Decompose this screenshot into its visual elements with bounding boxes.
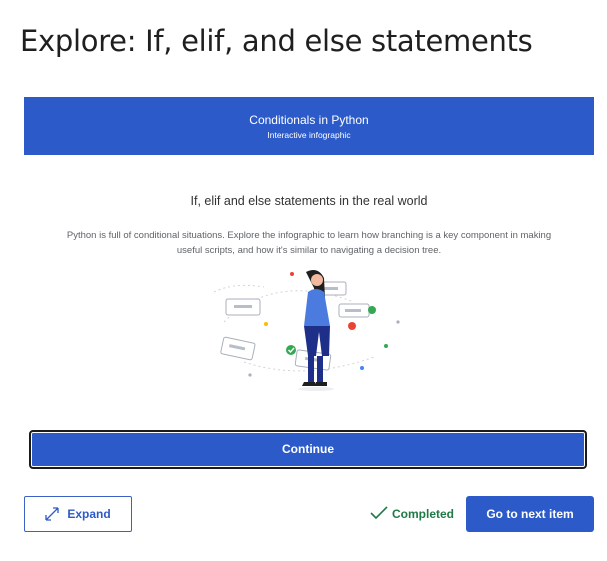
go-to-next-item-button[interactable]: Go to next item [466,496,594,532]
completed-status: Completed [370,504,454,524]
completed-label: Completed [392,507,455,521]
infographic-embed: Conditionals in Python Interactive infog… [24,97,594,482]
checkmark-icon [370,505,388,524]
expand-label: Expand [67,507,111,521]
expand-button[interactable]: Expand [24,496,132,532]
infographic-banner: Conditionals in Python Interactive infog… [24,97,594,155]
page-title: Explore: If, elif, and else statements [20,24,533,58]
continue-button[interactable]: Continue [29,430,587,469]
banner-title: Conditionals in Python [249,113,369,127]
expand-arrows-icon [45,507,59,521]
infographic-description: Python is full of conditional situations… [66,230,552,256]
woman-decision-tree-illustration [213,270,400,391]
banner-subtitle: Interactive infographic [267,130,351,140]
infographic-heading: If, elif and else statements in the real… [190,194,428,208]
